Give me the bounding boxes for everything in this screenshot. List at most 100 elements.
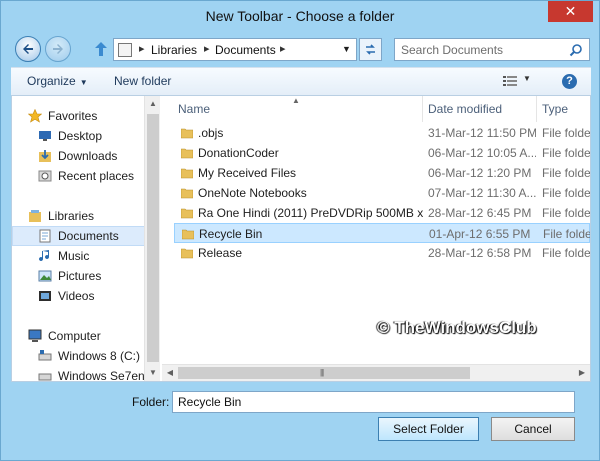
column-header-type[interactable]: Type	[542, 96, 568, 122]
help-icon[interactable]: ?	[562, 74, 577, 89]
file-name: Recycle Bin	[199, 227, 263, 241]
folder-icon	[182, 229, 194, 240]
window-title: New Toolbar - Choose a folder	[205, 8, 395, 24]
file-name: Release	[198, 246, 243, 260]
title-bar[interactable]: New Toolbar - Choose a folder ✕	[1, 1, 599, 31]
address-row: ▸ Libraries ▸ Documents ▸ ▼	[1, 31, 599, 67]
new-folder-button[interactable]: New folder	[114, 74, 171, 88]
nav-scroll-thumb[interactable]	[147, 114, 159, 362]
file-type: File folder	[542, 186, 590, 200]
close-button[interactable]: ✕	[548, 1, 593, 22]
nav-item-drive-c[interactable]: Windows 8 (C:)	[12, 346, 146, 366]
breadcrumb-libraries[interactable]: Libraries	[151, 43, 197, 57]
scroll-down-icon[interactable]: ▼	[145, 365, 160, 381]
nav-item-desktop[interactable]: Desktop	[12, 126, 146, 146]
file-date: 01-Apr-12 6:55 PM	[429, 227, 531, 241]
folder-input[interactable]	[172, 391, 575, 413]
desktop-icon	[39, 131, 51, 141]
nav-item-music[interactable]: Music	[12, 246, 146, 266]
cancel-label: Cancel	[514, 422, 552, 436]
arrow-right-icon	[53, 44, 63, 54]
documents-icon	[39, 229, 51, 243]
organize-menu[interactable]: Organize ▼	[27, 74, 88, 88]
file-type: File folder	[542, 246, 590, 260]
search-input[interactable]	[401, 41, 561, 59]
scroll-right-icon[interactable]: ▶	[574, 365, 590, 381]
arrow-up-icon	[95, 42, 107, 56]
column-header-name[interactable]: Name	[178, 96, 210, 122]
nav-libraries[interactable]: Libraries	[12, 206, 146, 226]
address-bar[interactable]: ▸ Libraries ▸ Documents ▸	[113, 38, 356, 61]
breadcrumb-separator: ▸	[139, 43, 145, 55]
arrow-left-icon	[23, 44, 33, 54]
file-row[interactable]: My Received Files 06-Mar-12 1:20 PM File f…	[174, 163, 590, 183]
scroll-up-icon[interactable]: ▲	[145, 96, 160, 112]
nav-item-documents[interactable]: Documents	[12, 226, 146, 246]
column-header-date[interactable]: Date modified	[428, 96, 502, 122]
breadcrumb-documents[interactable]: Documents	[215, 43, 276, 57]
drive-icon	[38, 373, 52, 381]
column-divider[interactable]	[536, 96, 537, 122]
drive-icon	[38, 350, 52, 361]
library-icon	[118, 43, 132, 57]
horizontal-scroll-thumb[interactable]: |||	[178, 367, 470, 379]
nav-computer[interactable]: Computer	[12, 326, 146, 346]
watermark-text: © TheWindowsClub	[377, 318, 537, 337]
file-list-horizontal-scrollbar[interactable]: ◀ ||| ▶	[162, 364, 590, 381]
folder-icon	[181, 208, 193, 219]
file-row[interactable]: DonationCoder 06-Mar-12 10:05 A... File fo…	[174, 143, 590, 163]
sort-ascending-icon: ▲	[292, 96, 300, 105]
pictures-icon	[38, 270, 52, 282]
command-bar: Organize ▼ New folder ▼ ?	[11, 67, 591, 95]
file-list: ▲ Name Date modified Type .objs 31-Mar-12…	[162, 96, 590, 381]
back-button[interactable]	[15, 36, 41, 62]
file-type: File folder	[543, 227, 590, 241]
computer-icon	[28, 329, 42, 342]
refresh-button[interactable]	[359, 38, 382, 61]
folder-icon	[181, 148, 193, 159]
videos-icon	[39, 291, 51, 301]
file-type: File folder	[542, 126, 590, 140]
breadcrumb-separator: ▸	[204, 43, 210, 55]
address-dropdown-button[interactable]: ▼	[337, 38, 357, 61]
nav-scrollbar[interactable]: ▲ ▼	[144, 96, 160, 381]
refresh-icon	[359, 38, 382, 61]
star-icon	[28, 109, 42, 123]
nav-item-drive-d[interactable]: Windows Se7en (D	[12, 366, 160, 381]
file-date: 31-Mar-12 11:50 PM	[428, 126, 536, 140]
search-icon[interactable]	[569, 43, 583, 57]
scroll-left-icon[interactable]: ◀	[162, 365, 178, 381]
nav-favorites[interactable]: Favorites	[12, 106, 146, 126]
file-row[interactable]: Ra One Hindi (2011) PreDVDRip 500MB x...…	[174, 203, 590, 223]
file-row[interactable]: OneNote Notebooks 07-Mar-12 11:30 A... Fil…	[174, 183, 590, 203]
file-name: Ra One Hindi (2011) PreDVDRip 500MB x...	[198, 206, 424, 220]
dialog-window: New Toolbar - Choose a folder ✕ ▸ Librar…	[0, 0, 600, 461]
file-date: 28-Mar-12 6:58 PM	[428, 246, 532, 260]
cancel-button[interactable]: Cancel	[491, 417, 575, 441]
up-button[interactable]	[93, 40, 109, 58]
nav-item-videos[interactable]: Videos	[12, 286, 146, 306]
folder-icon	[181, 168, 193, 179]
file-row[interactable]: .objs 31-Mar-12 11:50 PM File folder	[174, 123, 590, 143]
music-icon	[39, 250, 50, 262]
folder-icon	[181, 248, 193, 259]
downloads-icon	[39, 150, 51, 162]
search-box[interactable]	[394, 38, 590, 61]
column-divider[interactable]	[422, 96, 423, 122]
file-date: 06-Mar-12 1:20 PM	[428, 166, 532, 180]
file-type: File folder	[542, 146, 590, 160]
chevron-down-icon: ▼	[79, 78, 88, 87]
file-row[interactable]: Recycle Bin 01-Apr-12 6:55 PM File folder	[174, 223, 590, 243]
file-name: DonationCoder	[198, 146, 279, 160]
nav-item-downloads[interactable]: Downloads	[12, 146, 146, 166]
file-row[interactable]: Release 28-Mar-12 6:58 PM File folder	[174, 243, 590, 263]
forward-button[interactable]	[45, 36, 71, 62]
nav-item-recent-places[interactable]: Recent places	[12, 166, 146, 186]
view-options-icon[interactable]	[503, 75, 517, 87]
file-type: File folder	[542, 166, 590, 180]
select-folder-button[interactable]: Select Folder	[378, 417, 479, 441]
view-dropdown-icon[interactable]: ▼	[523, 74, 531, 83]
file-name: OneNote Notebooks	[198, 186, 307, 200]
nav-item-pictures[interactable]: Pictures	[12, 266, 146, 286]
file-name: .objs	[198, 126, 224, 140]
